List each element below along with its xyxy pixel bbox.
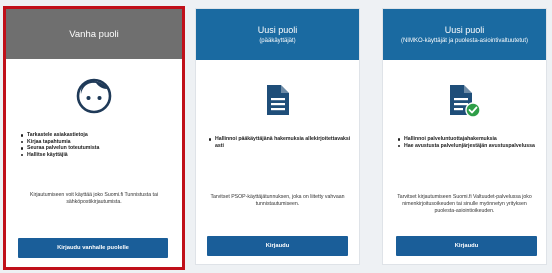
list-item: Hallinnoi pääkäyttäjänä hakemuksia allek… [209, 136, 359, 149]
login-info-text: Kirjautumiseen voit käyttää joko Suomi.f… [29, 192, 159, 205]
login-button[interactable]: Kirjaudu [207, 236, 348, 256]
card-subtitle: (NIMKO-käyttäjät ja puolesta-asiointival… [400, 37, 529, 44]
old-side-card[interactable]: Vanha puoli Tarkastele asiakastietoja Ki… [3, 6, 185, 270]
new-side-admin-card[interactable]: Uusi puoli (pääkäyttäjät) Hallinnoi pääk… [195, 8, 360, 265]
feature-list: Hallinnoi palveluntuottajahakemuksia Hae… [398, 136, 535, 149]
card-header: Vanha puoli [6, 9, 182, 59]
list-item: Tarkastele asiakastietoja [21, 132, 99, 139]
user-face-icon [76, 78, 112, 114]
feature-list: Tarkastele asiakastietoja Kirjaa tapahtu… [21, 132, 99, 158]
login-info-text: Tarvitset PSOP-käyttäjätunnuksen, joka o… [210, 194, 345, 207]
card-title: Vanha puoli [69, 28, 119, 40]
list-item: Seuraa palvelun toteutumista [21, 145, 99, 152]
list-item: Hallinnoi palveluntuottajahakemuksia [398, 136, 535, 143]
login-info-text: Tarvitset kirjautumiseen Suomi.fi Valtuu… [397, 194, 532, 214]
card-header: Uusi puoli (pääkäyttäjät) [196, 9, 359, 60]
login-selection-page: Vanha puoli Tarkastele asiakastietoja Ki… [0, 0, 552, 273]
card-title: Uusi puoli [444, 24, 485, 35]
card-header: Uusi puoli (NIMKO-käyttäjät ja puolesta-… [383, 9, 546, 60]
document-check-icon [449, 85, 481, 118]
new-side-nimko-card[interactable]: Uusi puoli (NIMKO-käyttäjät ja puolesta-… [382, 8, 547, 265]
card-title: Uusi puoli [257, 24, 298, 35]
card-subtitle: (pääkäyttäjät) [259, 37, 296, 44]
list-item: Hallitse käyttäjiä [21, 152, 99, 159]
list-item: Kirjaa tapahtumia [21, 139, 99, 146]
login-button[interactable]: Kirjaudu [396, 236, 537, 256]
document-icon [266, 85, 289, 115]
list-item: Hae avustusta palvelunjärjestäjän avustu… [398, 143, 535, 150]
login-old-side-button[interactable]: Kirjaudu vanhalle puolelle [18, 238, 168, 258]
feature-list: Hallinnoi pääkäyttäjänä hakemuksia allek… [209, 136, 359, 149]
